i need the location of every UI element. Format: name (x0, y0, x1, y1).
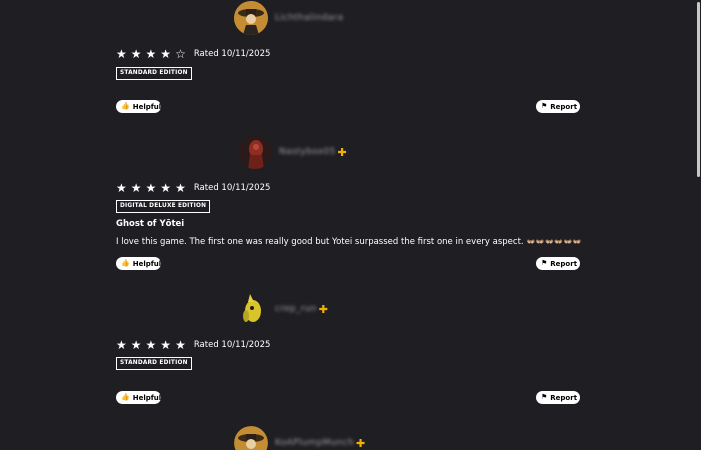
helpful-button[interactable]: 👍 Helpful (116, 100, 161, 113)
star-filled-icon: ★ (145, 47, 157, 61)
helpful-label: Helpful (132, 393, 162, 402)
username[interactable]: crep_run (275, 304, 317, 314)
username[interactable]: Lichthalindara (275, 13, 343, 23)
helpful-button[interactable]: 👍 Helpful (116, 391, 161, 404)
edition-badge: STANDARD EDITION (116, 357, 192, 370)
username[interactable]: KoAPlumpMunch (275, 438, 354, 448)
report-button[interactable]: ⚑ Report (536, 100, 580, 113)
star-filled-icon: ★ (130, 338, 142, 352)
star-filled-icon: ★ (160, 338, 172, 352)
rated-date: Rated 10/11/2025 (193, 340, 271, 350)
edition-badge: STANDARD EDITION (116, 67, 192, 80)
thumbs-up-icon: 👍 (121, 393, 130, 401)
report-label: Report (550, 102, 578, 111)
star-filled-icon: ★ (145, 181, 157, 195)
star-empty-icon: ☆ (175, 47, 186, 61)
review-title: Ghost of Yōtei (116, 219, 185, 229)
star-rating: ★ ★ ★ ★ ★ (116, 182, 186, 194)
samurai-avatar-icon[interactable] (234, 426, 268, 450)
username[interactable]: Nastybox05 (279, 147, 336, 157)
reviews-feed: Lichthalindara ★ ★ ★ ★ ☆ Rated 10/11/202… (0, 0, 695, 450)
ps-plus-icon: ✚ (337, 145, 347, 159)
report-button[interactable]: ⚑ Report (536, 257, 580, 270)
star-filled-icon: ★ (175, 338, 186, 352)
report-button[interactable]: ⚑ Report (536, 391, 580, 404)
ps-plus-icon: ✚ (318, 302, 328, 316)
flag-icon: ⚑ (541, 393, 548, 401)
star-filled-icon: ★ (160, 181, 172, 195)
ps-plus-icon: ✚ (355, 436, 366, 450)
star-filled-icon: ★ (116, 47, 127, 61)
rated-date: Rated 10/11/2025 (193, 183, 271, 193)
open-hands-emoji: 👐🏼👐🏼👐🏼👐🏼👐🏼👐🏼 (526, 238, 582, 246)
review-body: I love this game. The first one was real… (116, 237, 582, 247)
rating-row: ★ ★ ★ ★ ★ Rated 10/11/2025 (116, 181, 270, 195)
scrollbar-thumb[interactable] (697, 2, 700, 177)
thumbs-up-icon: 👍 (121, 259, 130, 267)
star-rating: ★ ★ ★ ★ ★ (116, 339, 186, 351)
report-label: Report (550, 393, 578, 402)
flag-icon: ⚑ (541, 102, 548, 110)
samurai-avatar-icon[interactable] (234, 1, 268, 35)
star-filled-icon: ★ (175, 181, 186, 195)
helpful-button[interactable]: 👍 Helpful (116, 257, 161, 270)
yellow-creature-avatar-icon[interactable] (234, 292, 268, 326)
review-card: ★ ★ ★ ★ ★ Rated 10/11/2025 STANDARD EDIT… (116, 338, 580, 418)
review-card: ★ ★ ★ ★ ★ Rated 10/11/2025 DIGITAL DELUX… (116, 181, 582, 271)
star-filled-icon: ★ (116, 338, 127, 352)
edition-badge: DIGITAL DELUXE EDITION (116, 200, 211, 213)
rating-row: ★ ★ ★ ★ ★ Rated 10/11/2025 (116, 338, 270, 352)
rated-date: Rated 10/11/2025 (193, 49, 271, 59)
review-user[interactable]: Nastybox05 ✚ (238, 134, 347, 170)
scrollbar[interactable] (695, 0, 701, 450)
star-filled-icon: ★ (130, 181, 142, 195)
flag-icon: ⚑ (541, 259, 548, 267)
star-rating: ★ ★ ★ ★ ☆ (116, 48, 186, 60)
rating-row: ★ ★ ★ ★ ☆ Rated 10/11/2025 (116, 47, 270, 61)
review-text: I love this game. The first one was real… (116, 237, 524, 247)
red-warrior-avatar-icon[interactable] (238, 135, 272, 169)
helpful-label: Helpful (132, 102, 162, 111)
report-label: Report (550, 259, 578, 268)
review-card: ★ ★ ★ ★ ☆ Rated 10/11/2025 STANDARD EDIT… (116, 47, 580, 127)
star-filled-icon: ★ (160, 47, 172, 61)
star-filled-icon: ★ (145, 338, 157, 352)
review-user[interactable]: Lichthalindara (234, 0, 343, 36)
star-filled-icon: ★ (130, 47, 142, 61)
thumbs-up-icon: 👍 (121, 102, 130, 110)
helpful-label: Helpful (132, 259, 162, 268)
review-user[interactable]: KoAPlumpMunch ✚ (234, 425, 365, 450)
review-user[interactable]: crep_run ✚ (234, 291, 328, 327)
star-filled-icon: ★ (116, 181, 127, 195)
